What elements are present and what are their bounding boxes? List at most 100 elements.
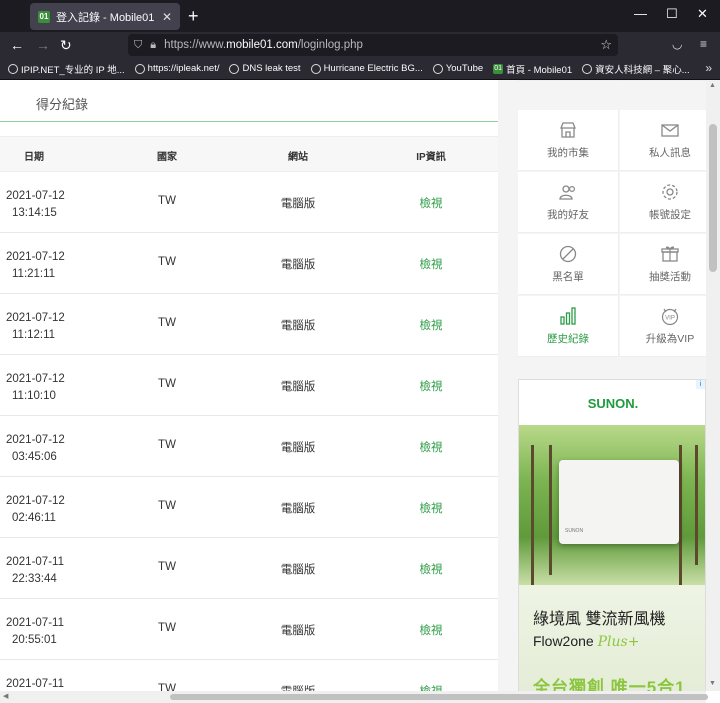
row-site: 電腦版 bbox=[280, 259, 316, 271]
ad-slogan: 綠境風 雙流新風機 bbox=[533, 611, 666, 628]
menu-icon[interactable]: ≡ bbox=[700, 37, 707, 51]
sidebar-item-label: 抽獎活動 bbox=[649, 271, 691, 283]
sidebar-item-label: 我的市集 bbox=[547, 147, 589, 159]
view-ip-link[interactable]: 檢視 bbox=[420, 561, 443, 577]
lock-icon[interactable]: 🔒︎ bbox=[150, 39, 156, 52]
table-row: 2021-07-12 11:10:10 TW 電腦版 檢視 bbox=[0, 355, 498, 416]
column-header-site: 網站 bbox=[288, 152, 308, 163]
pocket-icon[interactable]: ◡ bbox=[672, 37, 682, 51]
minimize-window-icon[interactable]: — bbox=[634, 6, 647, 21]
bookmark-item[interactable]: 01 首頁 - Mobile01 bbox=[493, 62, 572, 76]
navigation-toolbar: ← → ↻ ⛉ 🔒︎ https://www.mobile01.com/logi… bbox=[0, 32, 720, 58]
tab-mobile01-loginlog[interactable]: 01 登入記錄 - Mobile01 ✕ bbox=[30, 3, 180, 30]
sidebar-item-favorite[interactable]: 我的收藏 bbox=[620, 80, 720, 81]
row-country: TW bbox=[158, 622, 176, 634]
scroll-up-icon[interactable]: ▲ bbox=[709, 82, 716, 89]
sidebar-item-article[interactable]: 我的文章 bbox=[518, 80, 619, 81]
shield-icon[interactable]: ⛉ bbox=[134, 39, 142, 52]
maximize-window-icon[interactable]: ☐ bbox=[666, 6, 678, 22]
page-viewport: 得分紀錄 日期 國家 網站 IP資訊 2021-07-12 13:14:15 TW 電… bbox=[0, 80, 720, 703]
view-ip-link[interactable]: 檢視 bbox=[420, 622, 443, 638]
address-bar[interactable]: ⛉ 🔒︎ https://www.mobile01.com/loginlog.p… bbox=[128, 34, 618, 56]
view-ip-link[interactable]: 檢視 bbox=[420, 256, 443, 272]
bookmark-item[interactable]: YouTube bbox=[432, 63, 483, 74]
sidebar-item-history-chart[interactable]: 歷史紀錄 bbox=[518, 296, 619, 357]
view-ip-link[interactable]: 檢視 bbox=[420, 378, 443, 394]
back-button[interactable]: ← bbox=[10, 36, 24, 54]
bookmark-item[interactable]: https://ipleak.net/ bbox=[134, 63, 220, 74]
row-country: TW bbox=[158, 500, 176, 512]
row-datetime: 2021-07-12 11:10:10 bbox=[6, 371, 65, 405]
ad-model: Flow2one Plus+ bbox=[533, 633, 640, 650]
horizontal-scroll-thumb[interactable] bbox=[170, 694, 708, 700]
row-date: 2021-07-12 bbox=[6, 190, 65, 202]
sidebar-item-label: 帳號設定 bbox=[649, 209, 691, 221]
vertical-scroll-thumb[interactable] bbox=[709, 124, 717, 272]
row-site: 電腦版 bbox=[280, 320, 316, 332]
store-icon bbox=[560, 122, 576, 138]
vertical-scrollbar[interactable]: ▲ ▼ bbox=[706, 80, 720, 691]
forward-button[interactable]: → bbox=[36, 36, 50, 54]
tab-title: 登入記錄 - Mobile01 bbox=[56, 11, 155, 24]
row-country: TW bbox=[158, 256, 176, 268]
globe-icon bbox=[582, 63, 593, 74]
tab-close-icon[interactable]: ✕ bbox=[162, 10, 172, 24]
sidebar-item-label: 升級為VIP bbox=[645, 333, 695, 345]
url-text: https://www.mobile01.com/loginlog.php bbox=[164, 39, 363, 51]
scroll-left-icon[interactable]: ◀ bbox=[3, 692, 8, 700]
advertisement-banner[interactable]: i SUNON. SUNON 綠境風 雙流新風機 Flow2one Plus+ … bbox=[518, 379, 706, 703]
table-row: 2021-07-11 22:33:44 TW 電腦版 檢視 bbox=[0, 538, 498, 599]
vip-icon: VIP bbox=[661, 308, 679, 326]
view-ip-link[interactable]: 檢視 bbox=[420, 500, 443, 516]
sidebar-item-friends[interactable]: 我的好友 bbox=[518, 172, 619, 233]
column-header-country: 國家 bbox=[157, 152, 177, 163]
table-header: 日期 國家 網站 IP資訊 bbox=[0, 136, 498, 172]
bookmark-item[interactable]: 資安人科技網 – 聚心... bbox=[582, 62, 690, 76]
svg-text:VIP: VIP bbox=[665, 316, 675, 322]
table-row: 2021-07-12 02:46:11 TW 電腦版 檢視 bbox=[0, 477, 498, 538]
table-row: 2021-07-12 11:12:11 TW 電腦版 檢視 bbox=[0, 294, 498, 355]
bookmark-star-icon[interactable]: ☆ bbox=[600, 37, 612, 53]
column-header-date: 日期 bbox=[24, 152, 44, 163]
scroll-down-icon[interactable]: ▼ bbox=[709, 680, 716, 687]
bookmark-label: IPIP.NET_专业的 IP 地... bbox=[21, 64, 125, 76]
view-ip-link[interactable]: 檢視 bbox=[420, 317, 443, 333]
sidebar: 我的文章我的收藏我的市集 私人訊息我的好友 帳號設定黑名單 抽獎活動歷史紀錄 VIP 升級… bbox=[498, 80, 720, 703]
new-tab-button[interactable]: + bbox=[188, 6, 199, 26]
sidebar-item-mail[interactable]: 私人訊息 bbox=[620, 110, 720, 171]
sidebar-item-gear[interactable]: 帳號設定 bbox=[620, 172, 720, 233]
horizontal-scrollbar[interactable]: ◀ bbox=[0, 691, 708, 703]
row-site: 電腦版 bbox=[280, 442, 316, 454]
row-site: 電腦版 bbox=[280, 625, 316, 637]
sidebar-item-gift[interactable]: 抽獎活動 bbox=[620, 234, 720, 295]
bookmark-label: https://ipleak.net/ bbox=[147, 63, 220, 74]
bookmark-item[interactable]: IPIP.NET_专业的 IP 地... bbox=[8, 62, 125, 76]
row-country: TW bbox=[158, 439, 176, 451]
bookmarks-overflow-icon[interactable]: » bbox=[705, 61, 712, 75]
table-row: 2021-07-12 03:45:06 TW 電腦版 檢視 bbox=[0, 416, 498, 477]
view-ip-link[interactable]: 檢視 bbox=[420, 195, 443, 211]
row-datetime: 2021-07-12 11:21:11 bbox=[6, 249, 65, 283]
reload-button[interactable]: ↻ bbox=[60, 36, 72, 54]
title-underline bbox=[0, 121, 498, 122]
bookmarks-toolbar: IPIP.NET_专业的 IP 地... https://ipleak.net/D… bbox=[0, 58, 720, 80]
login-log-panel: 得分紀錄 日期 國家 網站 IP資訊 2021-07-12 13:14:15 TW 電… bbox=[0, 80, 498, 703]
close-window-icon[interactable]: ✕ bbox=[697, 6, 708, 22]
bookmark-label: Hurricane Electric BG... bbox=[323, 63, 423, 74]
ad-info-icon[interactable]: i bbox=[696, 380, 705, 389]
row-time: 11:12:11 bbox=[12, 329, 56, 341]
tab-bar: 01 登入記錄 - Mobile01 ✕ + — ☐ ✕ bbox=[0, 0, 720, 32]
view-ip-link[interactable]: 檢視 bbox=[420, 439, 443, 455]
bookmark-label: 首頁 - Mobile01 bbox=[506, 64, 573, 76]
row-date: 2021-07-12 bbox=[6, 373, 65, 385]
bookmark-item[interactable]: DNS leak test bbox=[229, 63, 301, 74]
row-time: 22:33:44 bbox=[12, 573, 57, 585]
row-date: 2021-07-12 bbox=[6, 251, 65, 263]
ad-logo: SUNON. bbox=[587, 396, 639, 411]
sidebar-item-vip[interactable]: VIP 升級為VIP bbox=[620, 296, 720, 357]
sidebar-item-store[interactable]: 我的市集 bbox=[518, 110, 619, 171]
row-site: 電腦版 bbox=[280, 198, 316, 210]
sidebar-item-block[interactable]: 黑名單 bbox=[518, 234, 619, 295]
bookmark-item[interactable]: Hurricane Electric BG... bbox=[310, 63, 423, 74]
sidebar-item-label: 黑名單 bbox=[552, 271, 584, 283]
